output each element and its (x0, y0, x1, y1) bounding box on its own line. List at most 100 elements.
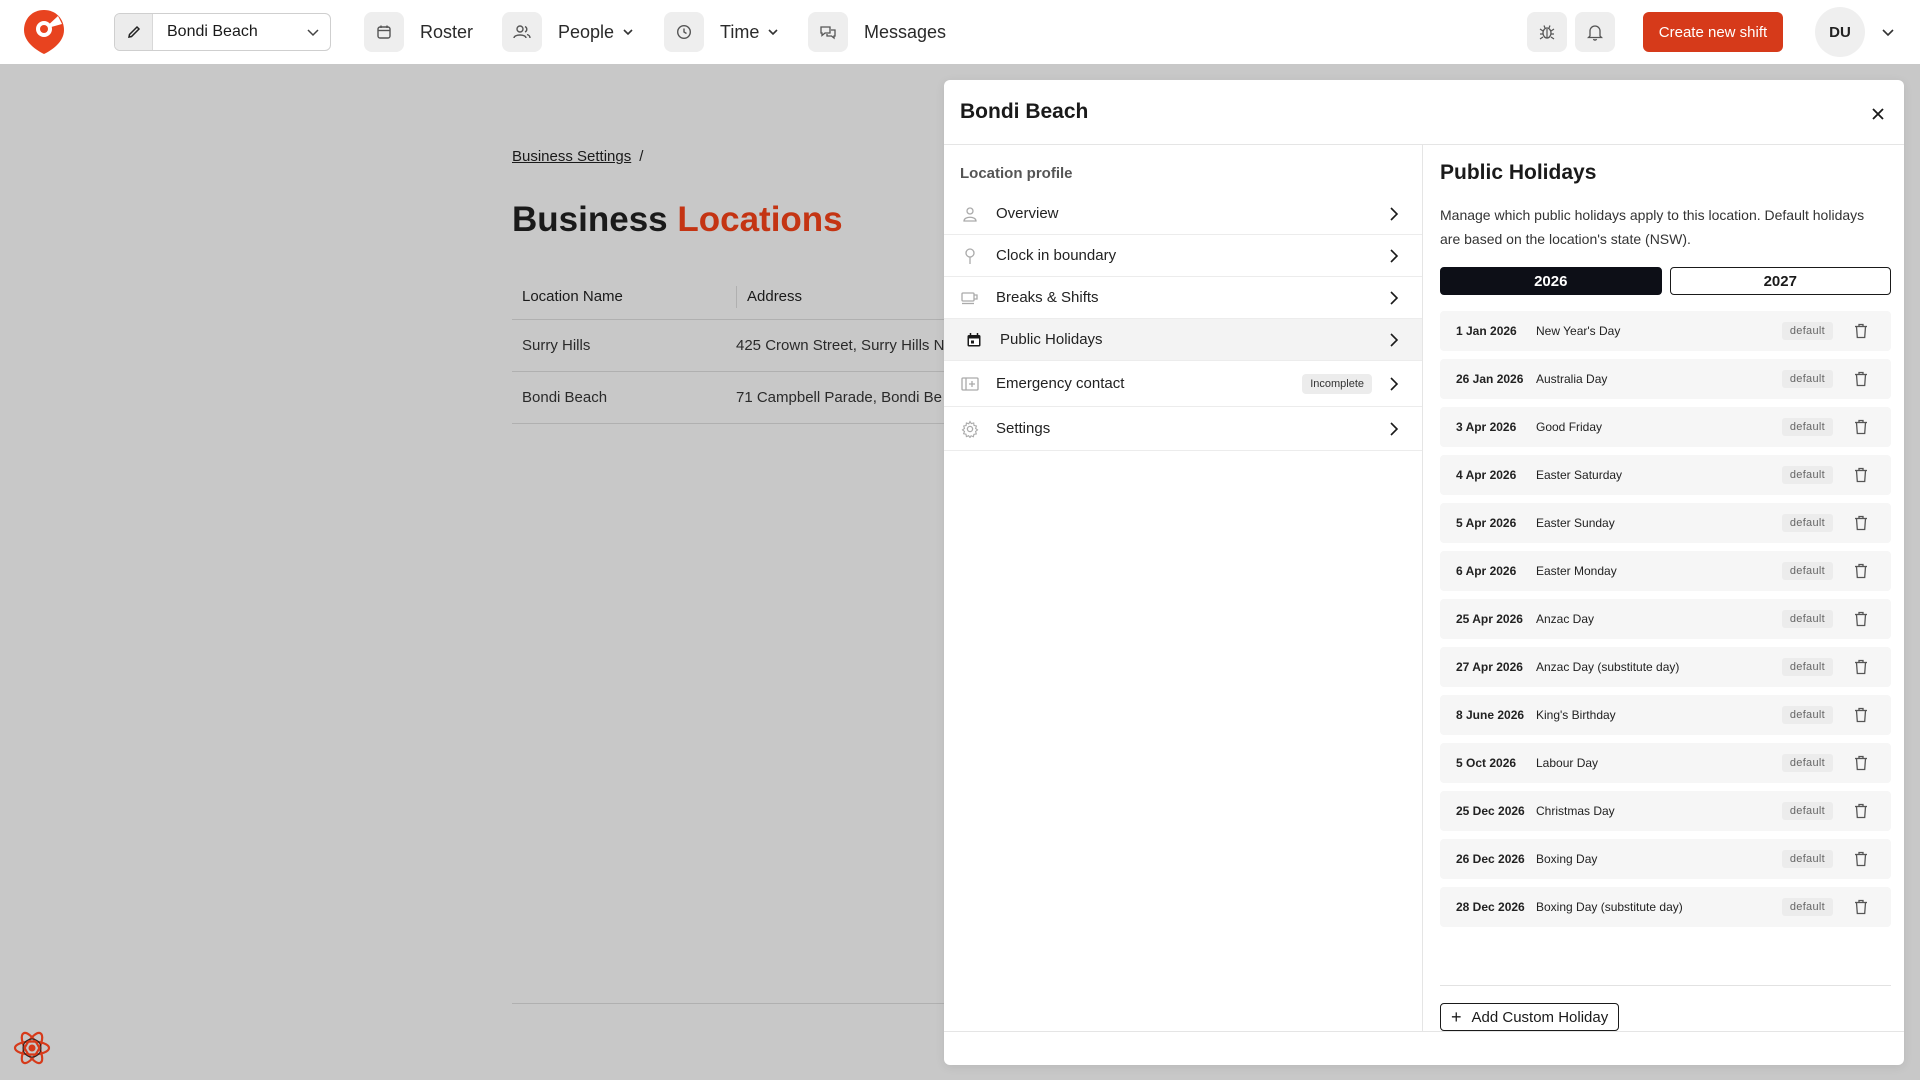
nav-people-label: People (558, 21, 615, 42)
menu-item-clock-in-boundary[interactable]: Clock in boundary (944, 235, 1422, 277)
location-name-cell: Bondi Beach (522, 389, 608, 406)
trash-icon[interactable] (1851, 609, 1871, 629)
list-item[interactable]: 3 Apr 2026 Good Friday default (1440, 407, 1891, 447)
list-item[interactable]: 26 Dec 2026 Boxing Day default (1440, 839, 1891, 879)
tab-year-2027[interactable]: 2027 (1669, 267, 1891, 295)
menu-item-label: Public Holidays (1000, 331, 1103, 348)
list-item[interactable]: 26 Jan 2026 Australia Day default (1440, 359, 1891, 399)
holiday-date: 3 Apr 2026 (1456, 420, 1517, 434)
table-row[interactable]: Surry Hills 425 Crown Street, Surry Hill… (512, 320, 944, 372)
trash-icon[interactable] (1851, 465, 1871, 485)
location-selector[interactable]: Bondi Beach (114, 13, 331, 51)
default-badge: default (1781, 802, 1833, 820)
trash-icon[interactable] (1851, 753, 1871, 773)
create-new-shift-button[interactable]: Create new shift (1643, 12, 1783, 52)
holiday-name: Anzac Day (1536, 612, 1595, 626)
trash-icon[interactable] (1851, 561, 1871, 581)
top-navigation-bar: Bondi Beach Roster People Time Messages … (0, 0, 1920, 64)
nav-time[interactable]: Time (664, 12, 779, 52)
notifications-button[interactable] (1575, 12, 1615, 52)
panel-description: Manage which public holidays apply to th… (1440, 207, 1865, 247)
avatar[interactable]: DU (1815, 7, 1865, 57)
chevron-right-icon (1384, 419, 1404, 439)
trash-icon[interactable] (1851, 705, 1871, 725)
gear-icon (960, 419, 980, 439)
section-label: Location profile (960, 165, 1073, 182)
menu-item-emergency-contact[interactable]: Emergency contact Incomplete (944, 361, 1422, 407)
divider (1440, 985, 1891, 986)
menu-item-public-holidays[interactable]: Public Holidays (944, 319, 1422, 361)
chevron-right-icon (1384, 246, 1404, 266)
holiday-list: 1 Jan 2026 New Year's Day default 26 Jan 20… (1440, 311, 1891, 935)
bug-icon (1539, 25, 1555, 40)
nav-roster[interactable]: Roster (364, 12, 473, 52)
list-item[interactable]: 5 Apr 2026 Easter Sunday default (1440, 503, 1891, 543)
edit-pencil-icon[interactable] (115, 14, 153, 50)
bell-icon (1587, 25, 1603, 41)
chevron-right-icon (1384, 330, 1404, 350)
holiday-date: 5 Oct 2026 (1456, 756, 1517, 770)
holiday-name: Anzac Day (substitute day) (1536, 660, 1680, 674)
list-item[interactable]: 8 June 2026 King's Birthday default (1440, 695, 1891, 735)
holiday-date: 26 Jan 2026 (1456, 372, 1524, 386)
nav-messages[interactable]: Messages (808, 12, 946, 52)
location-selector-label: Bondi Beach (167, 23, 258, 40)
react-devtools-icon[interactable] (12, 1028, 52, 1068)
menu-item-label: Settings (996, 420, 1051, 437)
page-title-part1: Business (512, 200, 668, 239)
add-custom-holiday-button[interactable]: + Add Custom Holiday (1440, 1003, 1620, 1031)
list-item[interactable]: 28 Dec 2026 Boxing Day (substitute day) de… (1440, 887, 1891, 927)
holiday-date: 4 Apr 2026 (1456, 468, 1517, 482)
people-icon (502, 12, 542, 52)
trash-icon[interactable] (1851, 513, 1871, 533)
divider (512, 1003, 944, 1004)
table-row[interactable]: Bondi Beach 71 Campbell Parade, Bondi Be (512, 372, 944, 424)
location-drawer: Bondi Beach Location profile Overview Cl… (944, 80, 1904, 1065)
chevron-right-icon (1384, 288, 1404, 308)
tab-year-2026[interactable]: 2026 (1440, 267, 1662, 295)
holiday-name: Christmas Day (1536, 804, 1615, 818)
list-item[interactable]: 27 Apr 2026 Anzac Day (substitute day) def… (1440, 647, 1891, 687)
holiday-name: Boxing Day (1536, 852, 1598, 866)
list-item[interactable]: 6 Apr 2026 Easter Monday default (1440, 551, 1891, 591)
nav-people[interactable]: People (502, 12, 634, 52)
column-header-address[interactable]: Address (736, 285, 944, 308)
chevron-down-icon[interactable] (1878, 22, 1898, 42)
holiday-date: 25 Apr 2026 (1456, 612, 1523, 626)
trash-icon[interactable] (1851, 417, 1871, 437)
column-header-location-name[interactable]: Location Name (512, 288, 736, 305)
trash-icon[interactable] (1851, 801, 1871, 821)
list-item[interactable]: 25 Dec 2026 Christmas Day default (1440, 791, 1891, 831)
holiday-date: 1 Jan 2026 (1456, 324, 1517, 338)
app-logo[interactable] (22, 8, 66, 56)
menu-item-label: Clock in boundary (996, 247, 1117, 264)
default-badge: default (1781, 418, 1833, 436)
drawer-title: Bondi Beach (960, 100, 1089, 123)
trash-icon[interactable] (1851, 897, 1871, 917)
list-item[interactable]: 5 Oct 2026 Labour Day default (1440, 743, 1891, 783)
calendar-icon (364, 12, 404, 52)
breadcrumb-business-settings-link[interactable]: Business Settings (512, 148, 631, 165)
trash-icon[interactable] (1851, 657, 1871, 677)
holiday-date: 8 June 2026 (1456, 708, 1525, 722)
menu-item-settings[interactable]: Settings (944, 407, 1422, 451)
location-address-cell: 425 Crown Street, Surry Hills N (736, 337, 944, 354)
trash-icon[interactable] (1851, 849, 1871, 869)
profile-menu-list: Overview Clock in boundary Breaks & Shif… (944, 193, 1422, 451)
list-item[interactable]: 25 Apr 2026 Anzac Day default (1440, 599, 1891, 639)
default-badge: default (1781, 754, 1833, 772)
default-badge: default (1781, 898, 1833, 916)
list-item[interactable]: 1 Jan 2026 New Year's Day default (1440, 311, 1891, 351)
holiday-name: Labour Day (1536, 756, 1599, 770)
holiday-date: 27 Apr 2026 (1456, 660, 1523, 674)
list-item[interactable]: 4 Apr 2026 Easter Saturday default (1440, 455, 1891, 495)
location-address-cell: 71 Campbell Parade, Bondi Be (736, 389, 942, 406)
close-icon[interactable] (1866, 102, 1890, 126)
menu-item-breaks-shifts[interactable]: Breaks & Shifts (944, 277, 1422, 319)
add-custom-holiday-label: Add Custom Holiday (1471, 1008, 1609, 1026)
trash-icon[interactable] (1851, 321, 1871, 341)
bug-report-button[interactable] (1527, 12, 1567, 52)
trash-icon[interactable] (1851, 369, 1871, 389)
menu-item-overview[interactable]: Overview (944, 193, 1422, 235)
holiday-name: Boxing Day (substitute day) (1536, 900, 1683, 914)
